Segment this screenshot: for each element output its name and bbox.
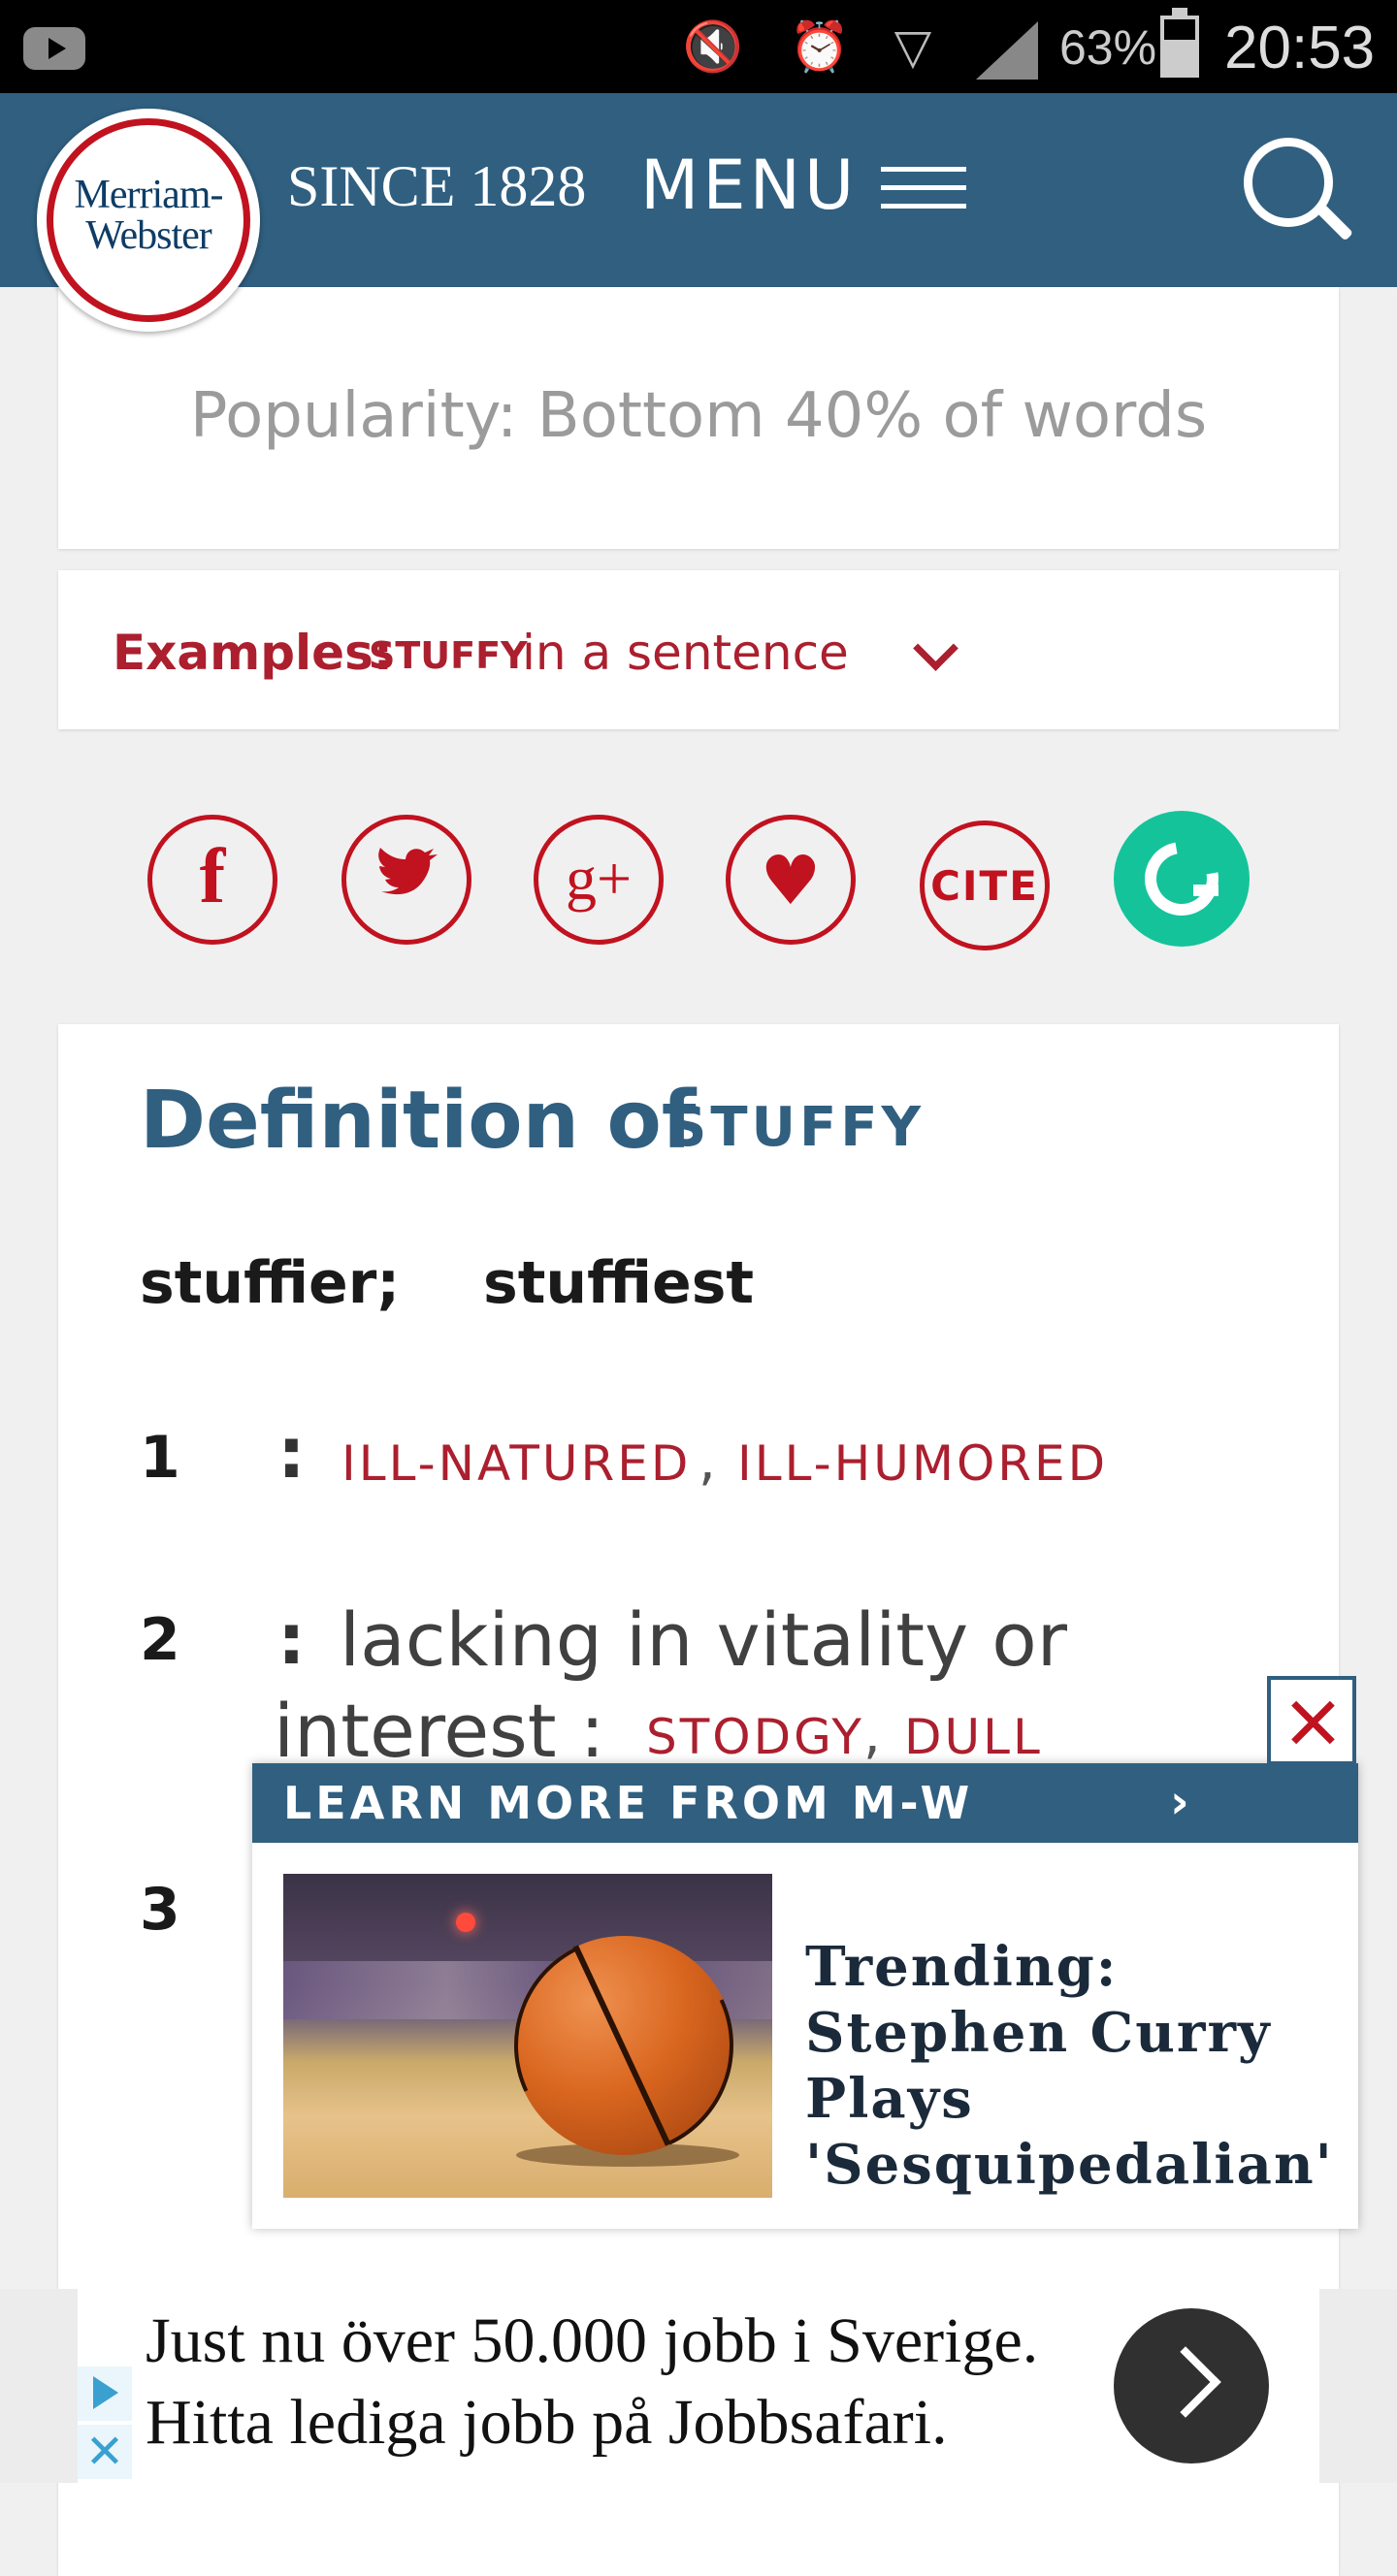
grammarly-icon-arrow	[1193, 885, 1218, 896]
facebook-share-button[interactable]: f	[147, 815, 277, 945]
chevron-right-icon: ›	[1170, 1775, 1189, 1829]
twitter-share-button[interactable]	[341, 815, 471, 945]
adchoices-icon[interactable]	[78, 2367, 132, 2421]
ad-headline: Just nu över 50.000 jobb i Sverige.	[146, 2305, 1039, 2376]
ad-banner[interactable]: Just nu över 50.000 jobb i Sverige. Hitt…	[0, 2289, 1397, 2483]
status-bar: 🔇 ⏰ ▽ 63% 20:53	[0, 0, 1397, 93]
synonym-link[interactable]: STODGY	[646, 1709, 864, 1765]
trending-article-link[interactable]: Trending: Stephen Curry Plays 'Sesquiped…	[805, 1934, 1339, 2198]
logo-line-2: Webster	[85, 213, 212, 258]
wifi-icon: ▽	[893, 18, 932, 75]
photo-light	[456, 1913, 475, 1932]
examples-toggle[interactable]: Examples: STUFFY in a sentence	[58, 570, 1339, 729]
chevron-down-icon	[913, 626, 958, 671]
inflection-comparative: stuffier;	[140, 1249, 401, 1317]
synonym-link[interactable]: ILL-HUMORED	[737, 1435, 1108, 1492]
definition-heading: Definition of	[140, 1075, 697, 1167]
cell-signal-icon	[976, 21, 1038, 80]
ad-subline: Hitta lediga jobb på Jobbsafari.	[146, 2387, 948, 2458]
menu-button[interactable]: MENU	[640, 145, 858, 225]
youtube-notification-icon	[23, 27, 85, 70]
cite-label: CITE	[930, 862, 1039, 910]
logo-line-1: Merriam-	[74, 173, 224, 217]
examples-label: Examples:	[113, 625, 393, 681]
examples-suffix: in a sentence	[522, 625, 849, 681]
merriam-webster-logo[interactable]: Merriam- Webster	[37, 109, 260, 332]
sense-colon: :	[277, 1412, 306, 1494]
separator: ,	[698, 1430, 716, 1493]
close-popup-button[interactable]	[1267, 1676, 1356, 1765]
ad-arrow-button[interactable]	[1114, 2308, 1269, 2463]
sense-number: 2	[140, 1606, 180, 1674]
learn-more-panel[interactable]: LEARN MORE FROM M-W › Trending: Stephen …	[252, 1763, 1358, 2229]
grammarly-icon	[1130, 827, 1233, 930]
synonym-link[interactable]: ILL-NATURED	[341, 1435, 691, 1492]
cite-button[interactable]: CITE	[920, 821, 1050, 950]
sense-text: lacking in vitality or	[340, 1596, 1067, 1683]
alarm-icon: ⏰	[789, 18, 851, 75]
battery-percentage: 63%	[1059, 20, 1157, 75]
definition-headword: STUFFY	[667, 1096, 926, 1159]
clock: 20:53	[1224, 15, 1376, 81]
sense-number: 1	[140, 1424, 180, 1492]
save-favorite-button[interactable]: ♥	[726, 815, 856, 945]
battery-icon	[1160, 8, 1199, 78]
sense-text-continued: interest :	[274, 1688, 605, 1774]
ad-content[interactable]: Just nu över 50.000 jobb i Sverige. Hitt…	[78, 2289, 1319, 2483]
google-plus-icon: g+	[565, 844, 633, 913]
hamburger-icon[interactable]	[881, 167, 966, 209]
inflection-superlative: stuffiest	[483, 1249, 755, 1317]
ad-close-icon[interactable]: ✕	[78, 2425, 132, 2479]
since-tagline: SINCE 1828	[287, 154, 587, 218]
synonym-link[interactable]: DULL	[904, 1709, 1043, 1765]
twitter-icon	[378, 848, 438, 895]
heart-icon: ♥	[760, 841, 822, 920]
basketball-thumbnail-image[interactable]	[283, 1874, 772, 2198]
vibrate-mute-icon: 🔇	[682, 18, 744, 75]
grammarly-button[interactable]	[1114, 811, 1250, 947]
examples-word: STUFFY	[369, 634, 528, 677]
facebook-icon: f	[199, 834, 226, 919]
popularity-text: Popularity: Bottom 40% of words	[189, 380, 1208, 452]
separator: ,	[863, 1703, 881, 1766]
logo-text: Merriam- Webster	[37, 175, 260, 256]
google-plus-share-button[interactable]: g+	[534, 815, 664, 945]
sense-number: 3	[140, 1876, 180, 1944]
learn-more-label: LEARN MORE FROM M-W	[283, 1777, 974, 1829]
sense-colon: :	[277, 1598, 306, 1680]
popularity-card: Popularity: Bottom 40% of words	[58, 287, 1339, 549]
learn-more-bar[interactable]: LEARN MORE FROM M-W ›	[252, 1763, 1358, 1843]
search-icon[interactable]	[1244, 138, 1354, 254]
